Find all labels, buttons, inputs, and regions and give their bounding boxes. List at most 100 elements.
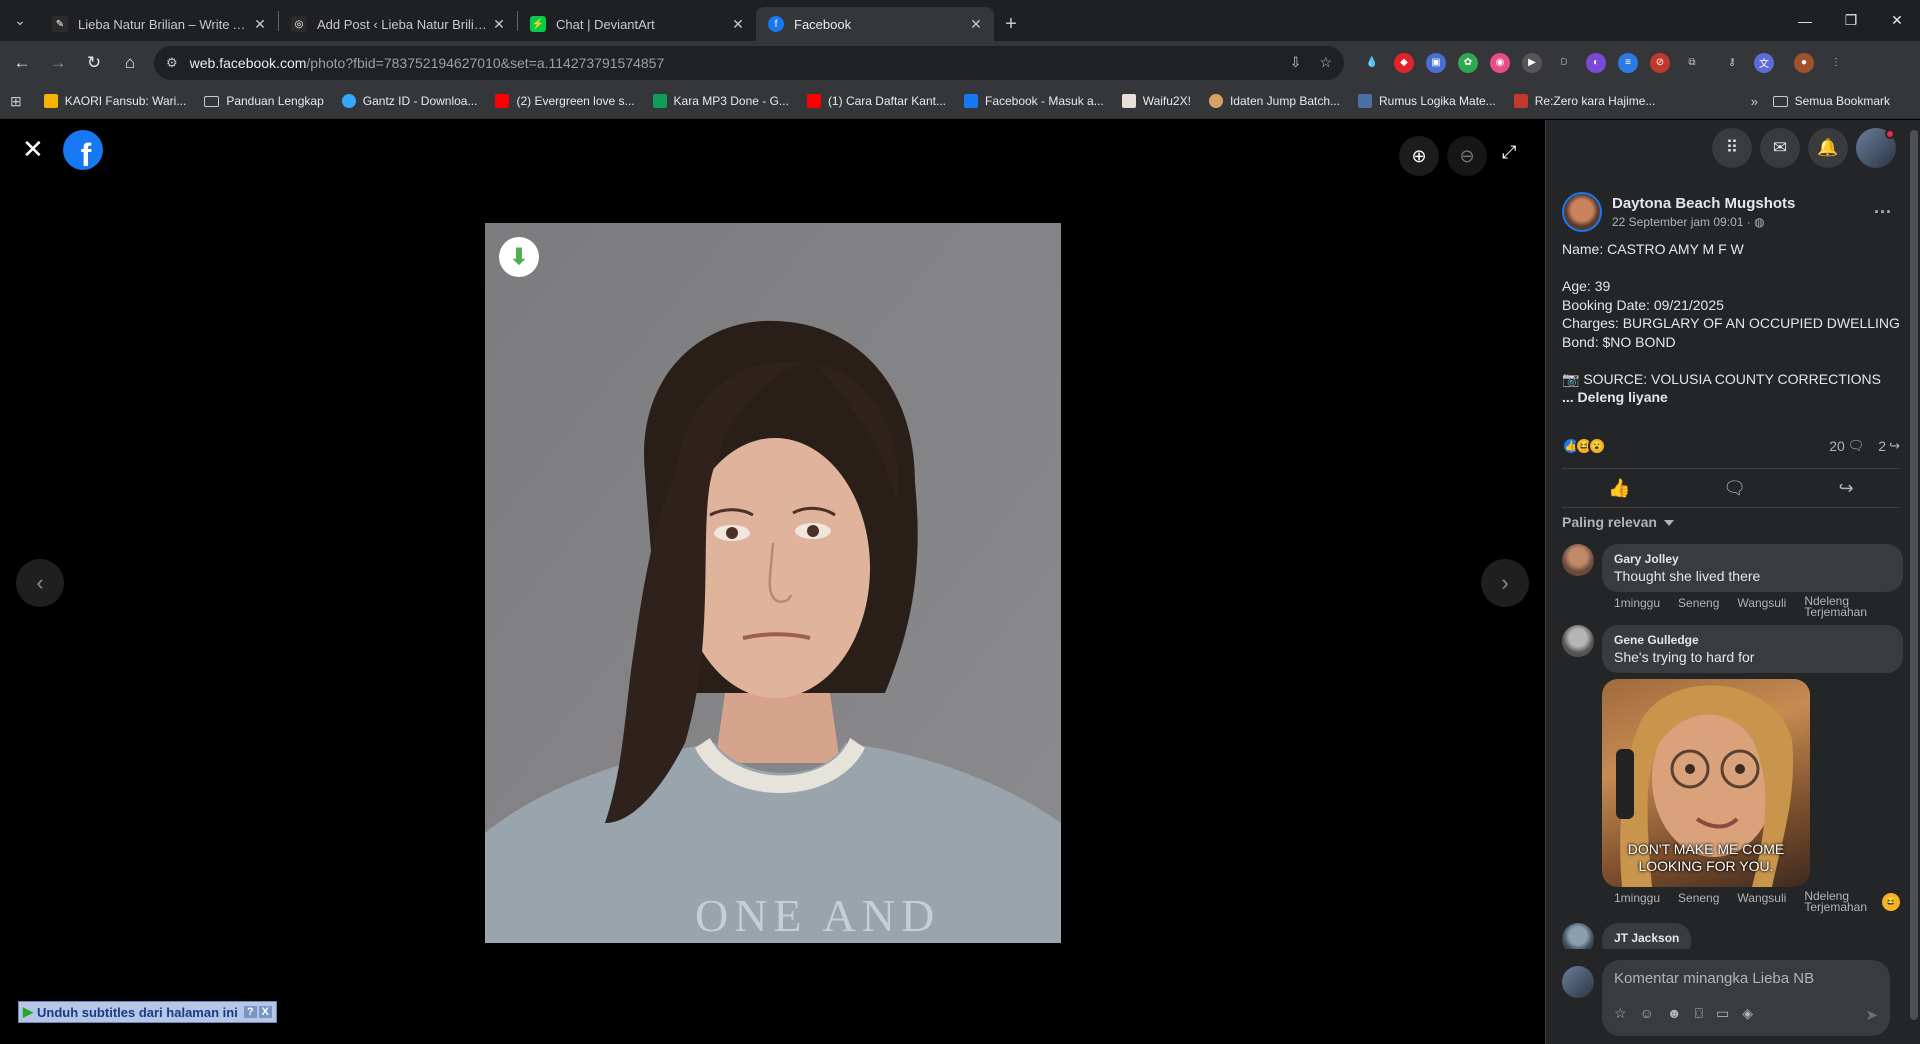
bookmark-item[interactable]: Waifu2X! bbox=[1121, 94, 1191, 108]
zoom-in-icon[interactable]: ⊕ bbox=[1399, 136, 1439, 176]
site-info-icon[interactable]: ⚙ bbox=[166, 55, 178, 71]
haha-reaction-icon[interactable]: 😆 bbox=[1882, 893, 1900, 911]
comment-time[interactable]: 1minggu bbox=[1614, 596, 1660, 618]
comment-reply-link[interactable]: Wangsuli bbox=[1737, 891, 1786, 913]
address-bar[interactable]: ⚙ web.facebook.com/photo?fbid=7837521946… bbox=[154, 45, 1344, 80]
bookmark-item[interactable]: (1) Cara Daftar Kant... bbox=[806, 94, 946, 108]
help-icon[interactable]: ? bbox=[243, 1006, 257, 1018]
tab-close-icon[interactable]: ✕ bbox=[968, 16, 984, 33]
browser-tab-4[interactable]: f Facebook ✕ bbox=[756, 7, 994, 41]
apps-grid-icon[interactable]: ⊞ bbox=[10, 93, 22, 110]
share-button-icon[interactable]: ↪ bbox=[1839, 478, 1854, 499]
sticker-pack-icon[interactable]: ◈ bbox=[1742, 1005, 1753, 1022]
violet-extension-icon[interactable]: ◐ bbox=[1586, 52, 1606, 73]
download-arrow-icon[interactable]: ⬇ bbox=[499, 237, 539, 277]
account-avatar[interactable] bbox=[1856, 128, 1896, 168]
commenter-avatar[interactable] bbox=[1562, 625, 1594, 657]
bookmark-item[interactable]: Rumus Logika Mate... bbox=[1358, 94, 1496, 108]
comment-like-link[interactable]: Seneng bbox=[1678, 891, 1719, 913]
page-avatar[interactable] bbox=[1562, 192, 1602, 232]
commenter-name[interactable]: Gary Jolley bbox=[1614, 552, 1891, 566]
minimize-icon[interactable]: — bbox=[1782, 0, 1828, 41]
notifications-bell-icon[interactable]: 🔔 bbox=[1808, 128, 1848, 168]
camera-icon[interactable]: ⌼ bbox=[1695, 1005, 1703, 1022]
new-tab-button[interactable]: + bbox=[994, 7, 1028, 41]
ds-extension-icon[interactable]: D bbox=[1554, 53, 1574, 73]
comment-input[interactable]: Komentar minangka Lieba NB ☆ ☺ ☻ ⌼ ▭ ◈ ➤ bbox=[1602, 960, 1890, 1036]
comment-button-icon[interactable]: 🗨 bbox=[1723, 478, 1746, 499]
facebook-logo-icon[interactable]: f bbox=[63, 130, 103, 170]
all-bookmarks[interactable]: Semua Bookmark bbox=[1772, 94, 1890, 108]
scrollbar-thumb[interactable] bbox=[1910, 130, 1918, 1020]
browser-tab-2[interactable]: ◎ Add Post ‹ Lieba Natur Brilian — ✕ bbox=[279, 7, 517, 41]
teams-extension-icon[interactable]: ▣ bbox=[1426, 52, 1446, 73]
comment-time[interactable]: 1minggu bbox=[1614, 891, 1660, 913]
comment-reply-link[interactable]: Wangsuli bbox=[1737, 596, 1786, 618]
evernote-extension-icon[interactable]: ✿ bbox=[1458, 52, 1478, 73]
comment-sort-dropdown[interactable]: Paling relevan bbox=[1562, 514, 1674, 530]
blue-extension-icon[interactable]: ≡ bbox=[1618, 52, 1638, 73]
bookmark-item[interactable]: Re:Zero kara Hajime... bbox=[1513, 94, 1655, 108]
browser-tab-1[interactable]: ✎ Lieba Natur Brilian – Write Anyt ✕ bbox=[40, 7, 278, 41]
menu-grid-icon[interactable]: ⠿ bbox=[1712, 128, 1752, 168]
install-app-icon[interactable]: ⇩ bbox=[1290, 54, 1302, 71]
post-options-icon[interactable]: ··· bbox=[1874, 202, 1892, 223]
see-translation-link[interactable]: Ndeleng Terjemahan bbox=[1804, 890, 1885, 913]
bookmark-star-icon[interactable]: ☆ bbox=[1319, 54, 1332, 71]
commenter-avatar[interactable] bbox=[1562, 544, 1594, 576]
browser-tab-3[interactable]: ⚡ Chat | DeviantArt ✕ bbox=[518, 7, 756, 41]
back-button[interactable]: ← bbox=[4, 45, 40, 81]
bookmark-item[interactable]: Kara MP3 Done - G... bbox=[652, 94, 789, 108]
my-avatar[interactable] bbox=[1562, 966, 1594, 998]
subtitle-download-bar[interactable]: ▶ Unduh subtitles dari halaman ini ? X bbox=[18, 1001, 277, 1023]
commenter-avatar[interactable] bbox=[1562, 923, 1594, 949]
bookmarks-overflow-icon[interactable]: » bbox=[1751, 94, 1758, 109]
previous-photo-button[interactable]: ‹ bbox=[16, 559, 64, 607]
password-key-icon[interactable]: ⚷ bbox=[1722, 53, 1742, 73]
comment-like-link[interactable]: Seneng bbox=[1678, 596, 1719, 618]
page-name-link[interactable]: Daytona Beach Mugshots bbox=[1612, 195, 1795, 212]
forward-button[interactable]: → bbox=[40, 45, 76, 81]
send-icon[interactable]: ➤ bbox=[1865, 1006, 1878, 1024]
tab-close-icon[interactable]: ✕ bbox=[491, 16, 507, 33]
bookmark-item[interactable]: Gantz ID - Downloa... bbox=[341, 94, 477, 108]
red-extension-icon[interactable]: ⊘ bbox=[1650, 52, 1670, 73]
tab-close-icon[interactable]: ✕ bbox=[252, 16, 268, 33]
reload-button[interactable]: ↻ bbox=[76, 45, 112, 81]
comment-count[interactable]: 20 bbox=[1829, 438, 1845, 454]
home-button[interactable]: ⌂ bbox=[112, 45, 148, 81]
zoom-out-icon[interactable]: ⊖ bbox=[1447, 136, 1487, 176]
drop-extension-icon[interactable]: 💧 bbox=[1362, 53, 1382, 73]
panel-scrollbar[interactable] bbox=[1910, 124, 1918, 1040]
pink-extension-icon[interactable]: ◉ bbox=[1490, 52, 1510, 73]
reactions-summary[interactable]: 👍 😆 😮 20 🗨 2 ↪ bbox=[1562, 437, 1900, 455]
post-timestamp[interactable]: 22 September jam 09:01 · ◍ bbox=[1612, 215, 1795, 229]
see-more-link[interactable]: ... Deleng liyane bbox=[1562, 389, 1668, 405]
comment-gif[interactable]: DON'T MAKE ME COME LOOKING FOR YOU. bbox=[1602, 679, 1810, 887]
emoji-icon[interactable]: ☻ bbox=[1667, 1005, 1682, 1022]
close-window-icon[interactable]: ✕ bbox=[1874, 0, 1920, 41]
extensions-puzzle-icon[interactable]: ⧉ bbox=[1682, 53, 1702, 73]
next-photo-button[interactable]: › bbox=[1481, 559, 1529, 607]
like-button-icon[interactable]: 👍 bbox=[1608, 478, 1630, 499]
bookmark-item[interactable]: Idaten Jump Batch... bbox=[1208, 94, 1340, 108]
share-count[interactable]: 2 bbox=[1878, 438, 1886, 454]
tab-search-icon[interactable]: ⌄ bbox=[0, 0, 40, 41]
profile-avatar-icon[interactable]: ● bbox=[1794, 52, 1814, 73]
video-extension-icon[interactable]: ▶ bbox=[1522, 52, 1542, 73]
bookmark-item[interactable]: KAORI Fansub: Wari... bbox=[43, 94, 186, 108]
avatar-sticker-icon[interactable]: ☆ bbox=[1614, 1005, 1627, 1022]
browser-menu-icon[interactable]: ⋮ bbox=[1826, 53, 1846, 73]
bookmark-folder[interactable]: Panduan Lengkap bbox=[204, 94, 324, 108]
commenter-name[interactable]: Gene Gulledge bbox=[1614, 633, 1891, 647]
commenter-name[interactable]: JT Jackson bbox=[1614, 931, 1679, 945]
close-subtitle-bar-icon[interactable]: X bbox=[258, 1006, 272, 1018]
messenger-icon[interactable]: ✉ bbox=[1760, 128, 1800, 168]
ublock-extension-icon[interactable]: ◆ bbox=[1394, 52, 1414, 73]
gif-icon[interactable]: ▭ bbox=[1716, 1005, 1729, 1022]
fullscreen-icon[interactable]: ⤢ bbox=[1502, 142, 1516, 163]
see-translation-link[interactable]: Ndeleng Terjemahan bbox=[1804, 595, 1885, 618]
tab-close-icon[interactable]: ✕ bbox=[730, 16, 746, 33]
sticker-icon[interactable]: ☺ bbox=[1640, 1005, 1654, 1022]
translate-extension-icon[interactable]: 文 bbox=[1754, 52, 1774, 73]
